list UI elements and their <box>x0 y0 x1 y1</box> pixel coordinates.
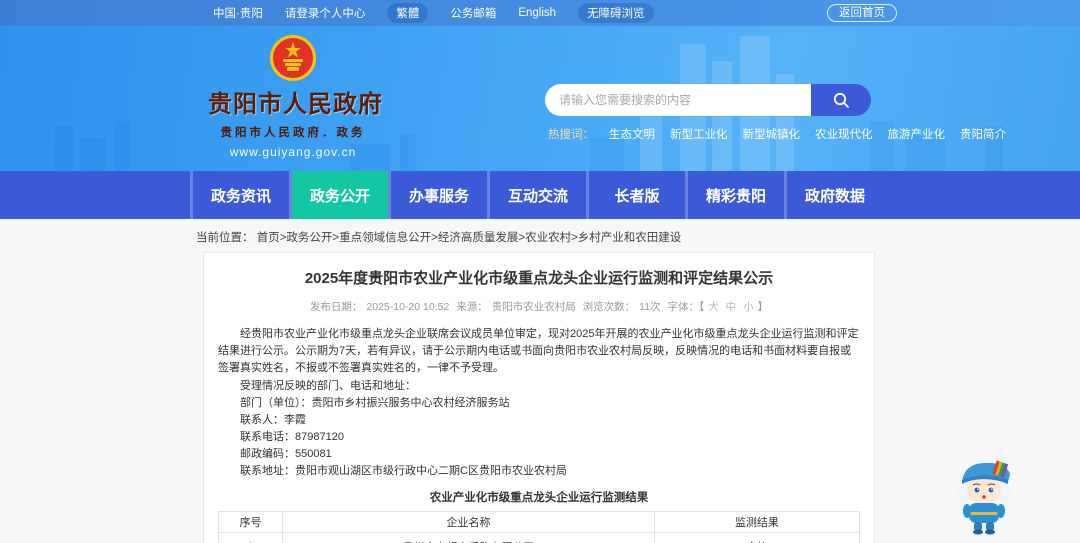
main-navigation: 政务资讯 政务公开 办事服务 互动交流 长者版 精彩贵阳 政府数据 <box>0 171 1080 219</box>
city-skyline-decoration <box>55 36 1003 171</box>
hot-search-bar: 热搜词： 生态文明 新型工业化 新型城镇化 农业现代化 旅游产业化 贵阳简介 <box>548 126 1006 142</box>
topbar-link-china-guiyang[interactable]: 中国·贵阳 <box>213 5 263 21</box>
font-size-bracket: 】 <box>757 301 769 313</box>
breadcrumb-label: 当前位置： <box>196 232 254 244</box>
article-body: 经贵阳市农业产业化市级重点龙头企业联席会议成员单位审定，现对2025年开展的农业… <box>218 326 860 480</box>
site-banner: 贵阳市人民政府 贵阳市人民政府．政务 www.guiyang.gov.cn 热搜… <box>0 26 1080 171</box>
publish-date: 2025-10-20 10:52 <box>366 301 450 313</box>
table-header-no: 序号 <box>217 511 284 533</box>
contact-postcode: 邮政编码：550081 <box>240 448 332 460</box>
hot-word-link[interactable]: 生态文明 <box>609 126 655 142</box>
site-title: 贵阳市人民政府 <box>208 91 383 118</box>
topbar-english-link[interactable]: English <box>518 7 556 19</box>
font-size-medium-button[interactable]: 中 <box>726 301 737 313</box>
nav-tab-zhengwu-gongkai[interactable]: 政务公开 <box>292 171 388 219</box>
source-value: 贵阳市农业农村局 <box>491 301 576 313</box>
article-card: 2025年度贵阳市农业产业化市级重点龙头企业运行监测和评定结果公示 发布日期： 2… <box>203 252 875 543</box>
nav-tab-zhangzheban[interactable]: 长者版 <box>589 171 685 219</box>
nav-tab-banshi-fuwu[interactable]: 办事服务 <box>391 171 487 219</box>
search-input[interactable] <box>545 84 811 116</box>
nav-tab-zhengfu-shuju[interactable]: 政府数据 <box>787 171 883 219</box>
search-button[interactable] <box>811 84 871 116</box>
contact-phone: 联系电话：87987120 <box>240 431 344 443</box>
site-logo[interactable]: 贵阳市人民政府 贵阳市人民政府．政务 www.guiyang.gov.cn <box>208 34 383 159</box>
monitoring-result-table: 序号 企业名称 监测结果 1 贵州合力超市采购有限公司 合格 2 贵州友禾种业有… <box>217 511 861 543</box>
views-value: 11次 <box>639 301 661 313</box>
article-paragraph-intro: 经贵阳市农业产业化市级重点龙头企业联席会议成员单位审定，现对2025年开展的农业… <box>218 328 859 374</box>
search-bar <box>545 84 871 116</box>
table-header-row: 序号 企业名称 监测结果 <box>217 511 861 533</box>
contact-address: 联系地址：贵阳市观山湖区市级行政中心二期C区贵阳市农业农村局 <box>240 465 567 477</box>
font-size-large-button[interactable]: 大 <box>708 301 719 313</box>
hot-word-link[interactable]: 新型工业化 <box>670 126 728 142</box>
contact-person: 联系人：李霞 <box>240 414 306 426</box>
topbar-traditional-chinese-link[interactable]: 繁體 <box>387 3 429 23</box>
table-header-result: 监测结果 <box>653 511 861 533</box>
back-home-button[interactable]: 返回首页 <box>827 4 897 22</box>
publish-date-label: 发布日期： <box>309 301 363 313</box>
hot-search-label: 热搜词： <box>548 129 594 141</box>
nav-tab-zhengwu-zixun[interactable]: 政务资讯 <box>193 171 289 219</box>
font-size-label: 字体：【 <box>667 301 705 313</box>
views-label: 浏览次数： <box>582 301 636 313</box>
search-icon <box>833 92 849 108</box>
nav-tab-hudong-jiaoliu[interactable]: 互动交流 <box>490 171 586 219</box>
article-title: 2025年度贵阳市农业产业化市级重点龙头企业运行监测和评定结果公示 <box>304 270 774 287</box>
font-size-small-button[interactable]: 小 <box>743 301 754 313</box>
source-label: 来源： <box>456 301 488 313</box>
breadcrumb-path[interactable]: 首页>政务公开>重点领域信息公开>经济高质量发展>农业农村>乡村产业和农田建设 <box>257 232 682 244</box>
topbar-official-mail-link[interactable]: 公务邮箱 <box>450 5 496 21</box>
topbar-accessibility-link[interactable]: 无障碍浏览 <box>578 3 654 23</box>
hot-word-link[interactable]: 农业现代化 <box>815 126 873 142</box>
table-header-company: 企业名称 <box>282 511 655 533</box>
site-subtitle: 贵阳市人民政府．政务 <box>220 127 366 139</box>
site-url: www.guiyang.gov.cn <box>229 145 357 159</box>
nav-tabs: 政务资讯 政务公开 办事服务 互动交流 长者版 精彩贵阳 政府数据 <box>190 171 883 219</box>
table-row: 1 贵州合力超市采购有限公司 合格 <box>217 532 861 543</box>
table-caption: 农业产业化市级重点龙头企业运行监测结果 <box>429 492 649 504</box>
mascot-assistant[interactable] <box>950 450 1018 536</box>
article-meta: 发布日期： 2025-10-20 10:52 来源： 贵阳市农业农村局 浏览次数： 1… <box>218 299 860 314</box>
hot-word-link[interactable]: 新型城镇化 <box>743 126 801 142</box>
nav-tab-jingcai-guiyang[interactable]: 精彩贵阳 <box>688 171 784 219</box>
topbar-links: 中国·贵阳 请登录个人中心 繁體 公务邮箱 English 无障碍浏览 <box>213 3 654 23</box>
row-company: 贵州合力超市采购有限公司 <box>282 532 655 543</box>
row-result: 合格 <box>653 532 861 543</box>
article-paragraph-contact-intro: 受理情况反映的部门、电话和地址： <box>240 380 416 392</box>
national-emblem-icon <box>270 35 316 81</box>
row-no: 1 <box>217 532 284 543</box>
hot-word-link[interactable]: 贵阳简介 <box>960 126 1006 142</box>
breadcrumb: 当前位置： 首页>政务公开>重点领域信息公开>经济高质量发展>农业农村>乡村产业… <box>196 229 1080 245</box>
topbar-login-link[interactable]: 请登录个人中心 <box>285 5 366 21</box>
contact-department: 部门（单位）：贵阳市乡村振兴服务中心农村经济服务站 <box>240 397 510 409</box>
top-utility-bar: 中国·贵阳 请登录个人中心 繁體 公务邮箱 English 无障碍浏览 返回首页 <box>0 0 1080 26</box>
hot-word-link[interactable]: 旅游产业化 <box>888 126 946 142</box>
